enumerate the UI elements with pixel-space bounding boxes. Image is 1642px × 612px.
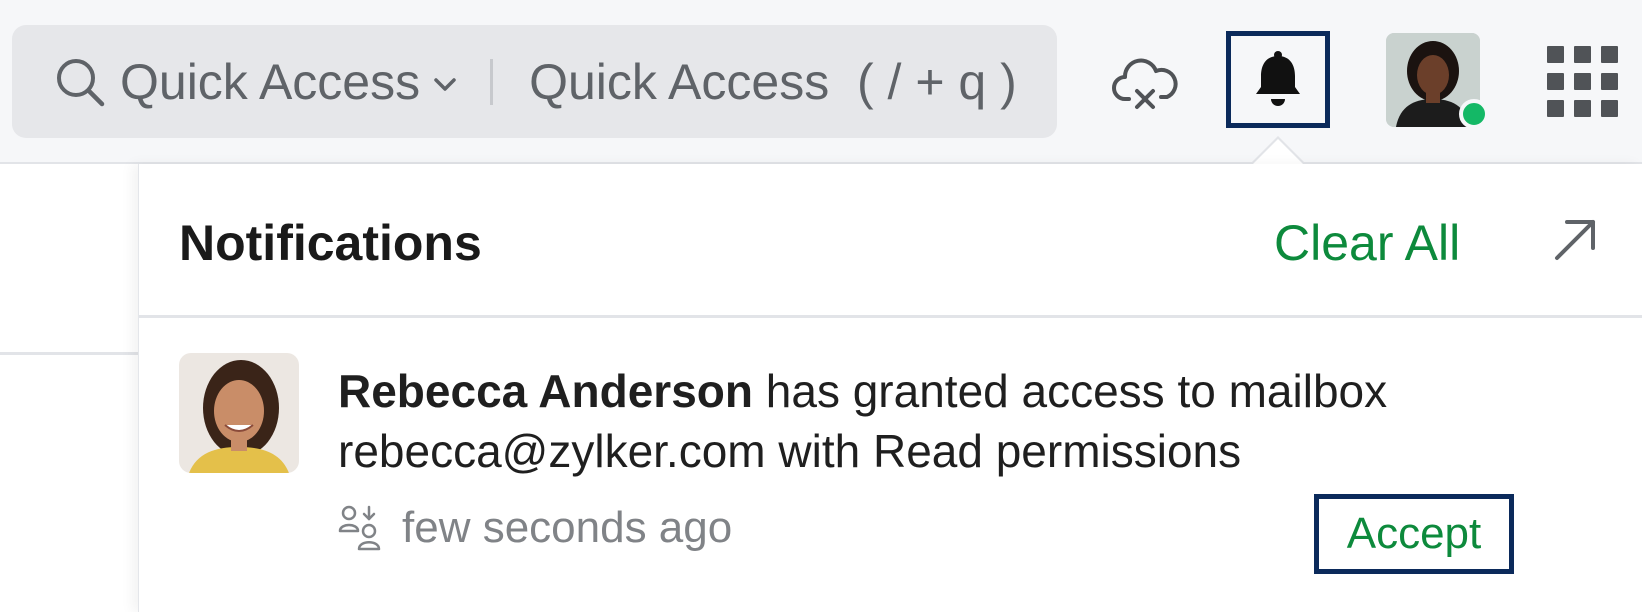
delegate-access-icon	[338, 505, 381, 551]
chevron-down-icon	[434, 77, 456, 91]
notifications-panel: Notifications Clear All Rebecca Anderson…	[138, 164, 1642, 612]
sender-avatar-image	[179, 353, 299, 473]
app-grid-icon	[1546, 45, 1618, 117]
search-mode-dropdown[interactable]: Quick Access	[120, 53, 460, 111]
background-content	[0, 166, 140, 612]
clear-all-button[interactable]: Clear All	[1274, 214, 1460, 272]
accept-button[interactable]: Accept	[1314, 494, 1514, 574]
notification-sender: Rebecca Anderson	[338, 365, 753, 417]
search-divider	[490, 58, 494, 105]
expand-arrow-icon[interactable]	[1549, 214, 1601, 266]
notification-timestamp: few seconds ago	[402, 503, 733, 552]
notifications-button[interactable]	[1226, 31, 1330, 128]
notification-item[interactable]: Rebecca Anderson has granted access to m…	[139, 321, 1642, 612]
search-input[interactable]	[529, 46, 1040, 117]
quick-access-search-bar[interactable]: Quick Access	[12, 25, 1057, 138]
bell-icon	[1256, 50, 1300, 106]
top-header-bar: Quick Access	[0, 0, 1642, 164]
cloud-offline-icon	[1112, 58, 1178, 109]
notifications-header: Notifications Clear All	[139, 164, 1642, 318]
online-status-dot	[1459, 99, 1489, 129]
sender-avatar	[179, 353, 299, 473]
background-divider	[0, 352, 140, 355]
notifications-title: Notifications	[179, 215, 482, 271]
apps-launcher-button[interactable]	[1546, 45, 1618, 117]
user-avatar[interactable]	[1386, 33, 1489, 129]
search-mode-label: Quick Access	[120, 53, 421, 110]
notification-meta: few seconds ago	[338, 503, 732, 553]
notification-message: Rebecca Anderson has granted access to m…	[338, 361, 1498, 481]
popover-caret	[1248, 136, 1308, 167]
search-icon	[57, 58, 105, 106]
offline-status-button[interactable]	[1104, 42, 1186, 124]
